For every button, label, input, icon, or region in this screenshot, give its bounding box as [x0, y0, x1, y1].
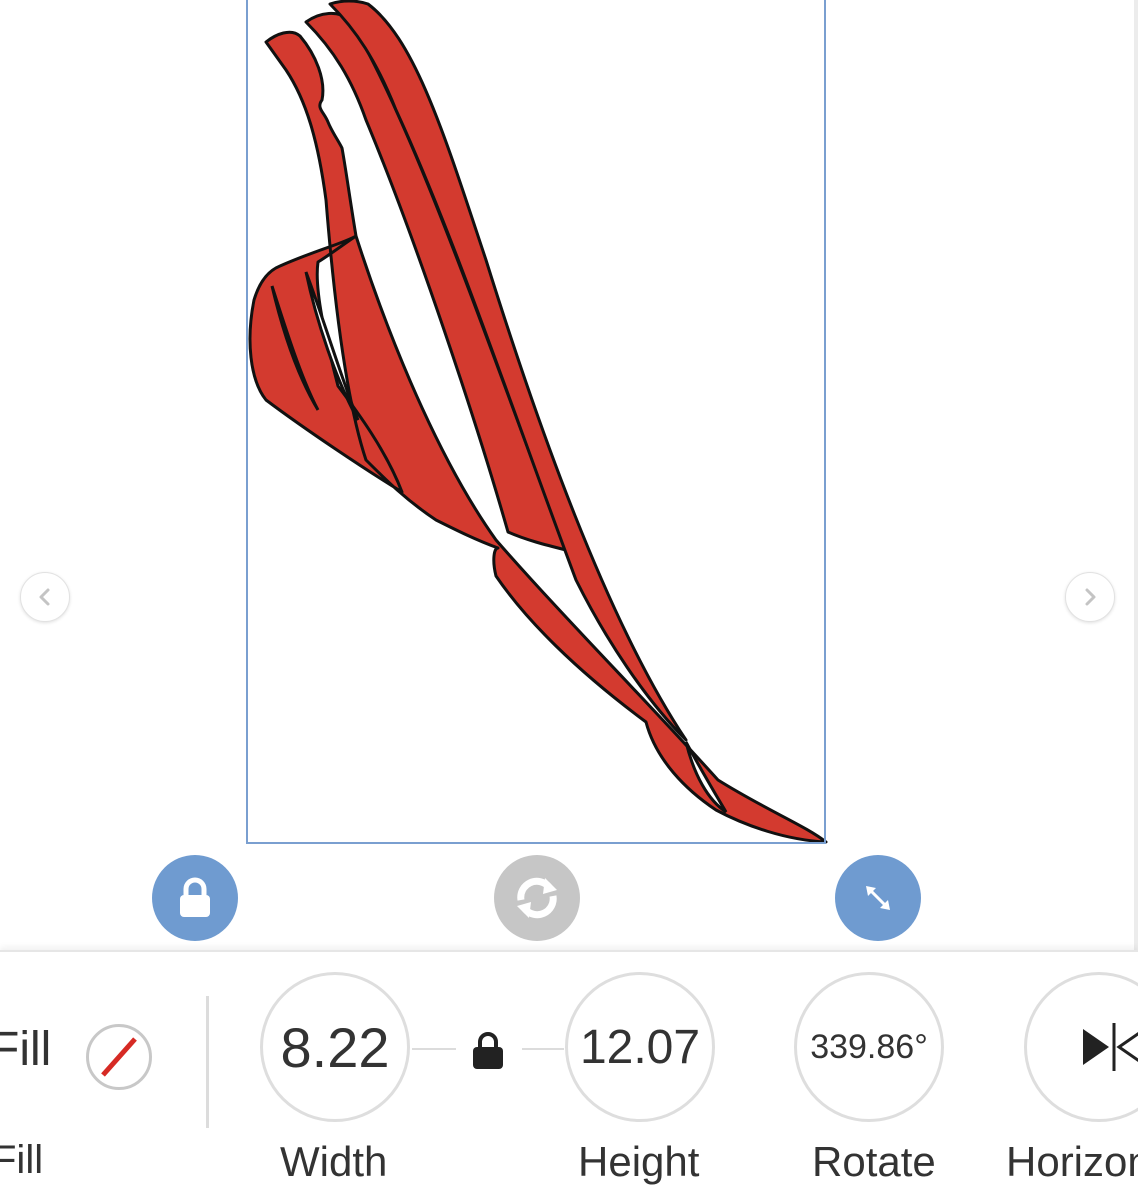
- width-label: Width: [280, 1138, 388, 1185]
- lock-icon[interactable]: [470, 1030, 506, 1070]
- rotate-arrows-icon: [517, 877, 557, 919]
- toolbar-divider: [206, 996, 209, 1128]
- selection-box: [246, 0, 826, 844]
- fill-swatch-button[interactable]: [86, 1024, 152, 1090]
- design-canvas[interactable]: [0, 0, 1138, 950]
- next-button[interactable]: [1065, 572, 1115, 622]
- flip-horizontal-button[interactable]: [1024, 972, 1138, 1122]
- height-dial[interactable]: 12.07: [565, 972, 715, 1122]
- height-label: Height: [578, 1138, 700, 1185]
- width-dial[interactable]: 8.22: [260, 972, 410, 1122]
- chevron-right-icon: [1085, 588, 1096, 606]
- rotate-handle[interactable]: [494, 855, 580, 941]
- edit-toolbar: Fill Fill 8.22 Width 12.07 Height 339.86…: [0, 950, 1138, 1194]
- fill-label: Fill: [0, 1138, 44, 1182]
- resize-handle[interactable]: [835, 855, 921, 941]
- lock-icon: [180, 877, 210, 917]
- dimension-link-right: [522, 1048, 564, 1050]
- fill-title: Fill: [0, 1023, 52, 1076]
- rotate-dial[interactable]: 339.86°: [794, 972, 944, 1122]
- rotate-label: Rotate: [812, 1138, 936, 1185]
- dimension-link-left: [412, 1048, 456, 1050]
- flip-horizontal-icon: [1083, 1023, 1138, 1071]
- previous-button[interactable]: [20, 572, 70, 622]
- canvas-edge: [1134, 0, 1138, 950]
- chevron-left-icon: [39, 588, 50, 606]
- flip-label: Horizon: [1006, 1138, 1138, 1185]
- lock-handle[interactable]: [152, 855, 238, 941]
- no-fill-icon: [101, 1037, 137, 1077]
- resize-arrows-icon: [866, 886, 890, 910]
